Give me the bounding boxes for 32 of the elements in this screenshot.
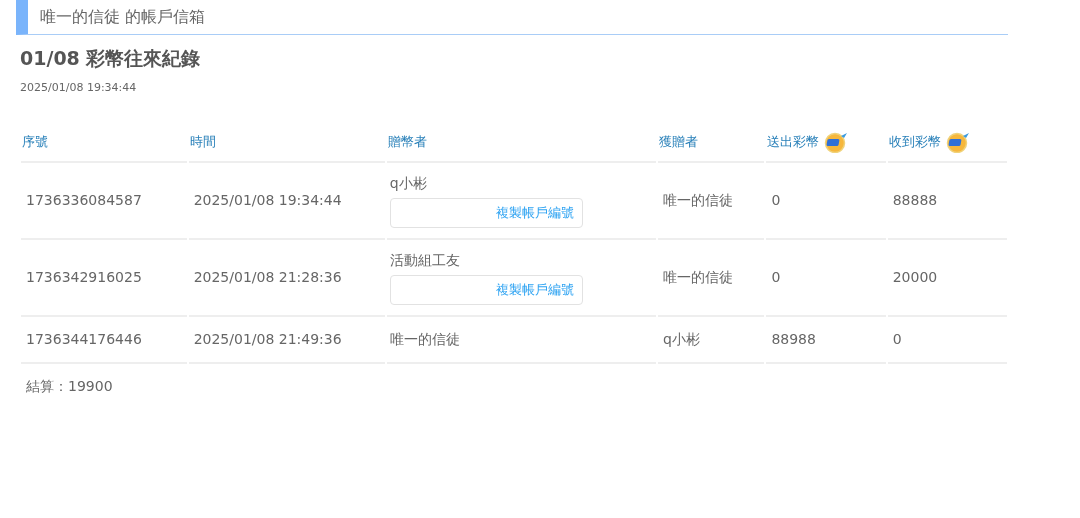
recipient-name: 唯一的信徒 <box>662 267 733 287</box>
sender-name: 唯一的信徒 <box>389 329 461 349</box>
column-header: 贈幣者 <box>386 132 427 151</box>
column-header: 序號 <box>21 132 48 151</box>
summary-text: 結算：19900 <box>26 376 114 396</box>
coins-sent: 88988 <box>771 329 816 349</box>
coin-icon <box>823 130 850 153</box>
page-title: 唯一的信徒 的帳戶信箱 <box>40 6 206 28</box>
column-header: 時間 <box>188 132 216 151</box>
transaction-time: 2025/01/08 21:28:36 <box>193 267 342 287</box>
serial-number: 1736336084587 <box>26 190 142 210</box>
serial-number: 1736342916025 <box>26 267 142 287</box>
coins-sent: 0 <box>771 190 781 210</box>
column-header: 送出彩幣 <box>766 132 820 151</box>
recipient-name: 唯一的信徒 <box>662 190 733 210</box>
transaction-time: 2025/01/08 21:49:36 <box>193 329 342 349</box>
coin-icon <box>944 130 971 153</box>
recipient-name: q小彬 <box>662 329 700 349</box>
sender-name: 活動組工友 <box>389 250 461 270</box>
copy-account-button[interactable]: 複製帳戶編號 <box>389 274 583 305</box>
transaction-time: 2025/01/08 19:34:44 <box>193 190 342 210</box>
coins-sent: 0 <box>771 267 781 287</box>
coins-received: 20000 <box>892 267 938 287</box>
column-header: 獲贈者 <box>657 132 698 151</box>
record-title: 01/08 彩幣往來紀錄 <box>20 46 202 71</box>
coins-received: 88888 <box>892 190 938 210</box>
copy-account-button[interactable]: 複製帳戶編號 <box>389 197 583 228</box>
sender-name: q小彬 <box>389 173 428 193</box>
serial-number: 1736344176446 <box>26 329 142 349</box>
column-header: 收到彩幣 <box>887 132 941 151</box>
record-timestamp: 2025/01/08 19:34:44 <box>20 80 138 96</box>
coins-received: 0 <box>892 329 902 349</box>
